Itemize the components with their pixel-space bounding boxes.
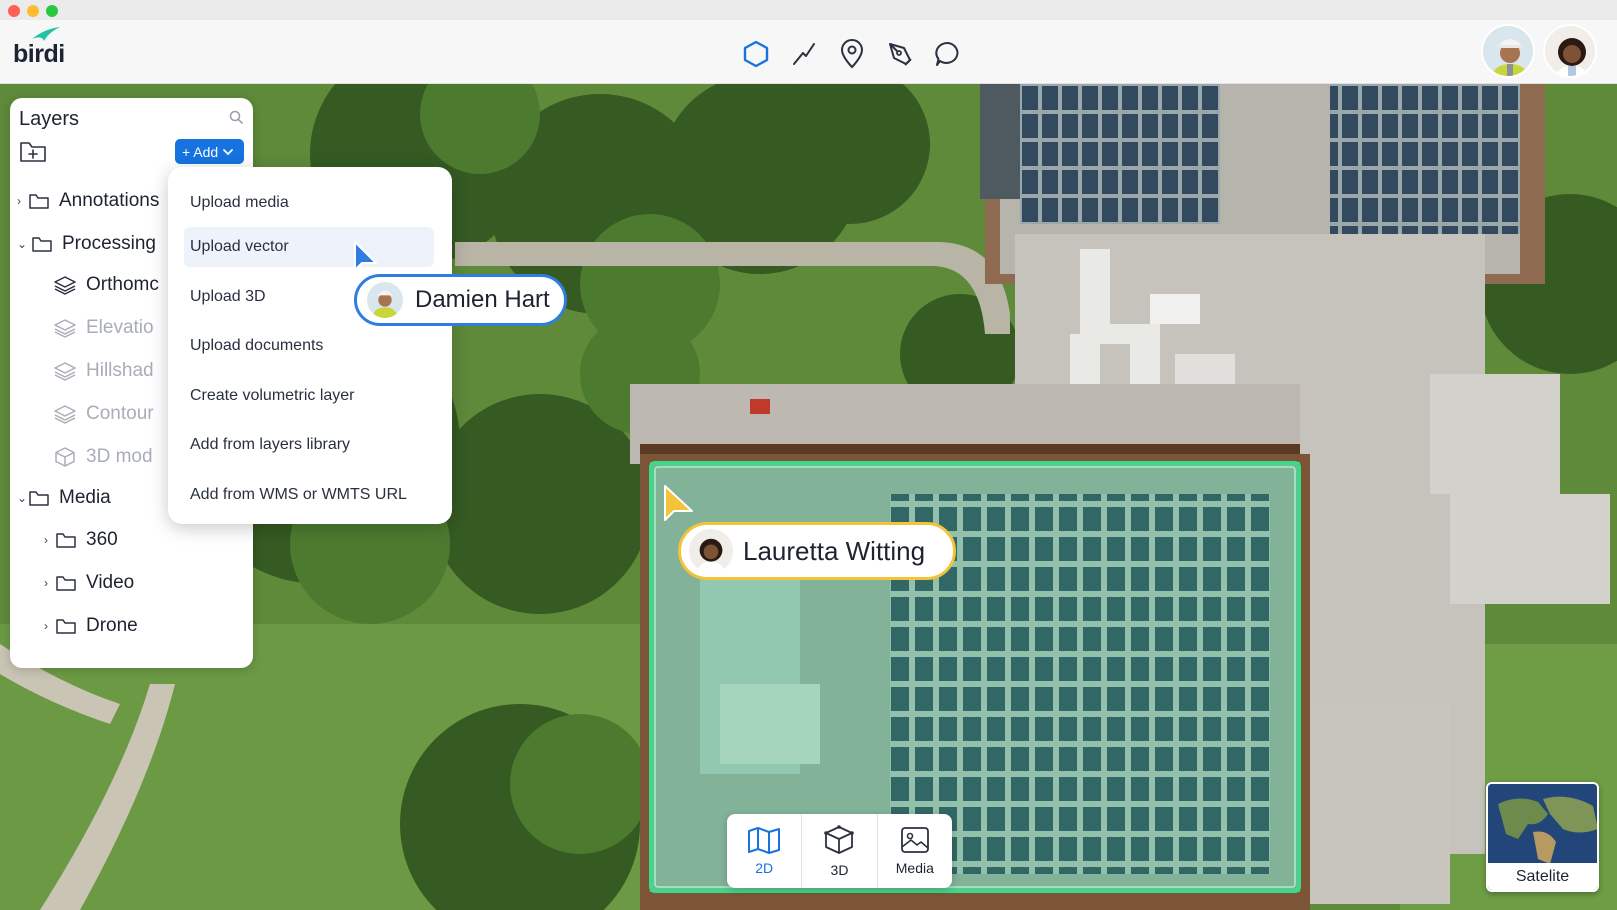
view-label: 2D — [755, 860, 774, 876]
app-logo[interactable]: birdi — [13, 40, 65, 69]
layer-folder-drone[interactable]: › Drone — [44, 615, 138, 637]
layer-folder-media[interactable]: ⌄ Media — [17, 487, 111, 509]
add-layer-label: + Add — [182, 143, 219, 160]
folder-icon — [56, 618, 76, 634]
layers-icon — [54, 276, 76, 295]
layer-label: Media — [59, 487, 111, 508]
layer-label: Elevatio — [86, 317, 154, 338]
close-window-button[interactable] — [8, 5, 20, 17]
layers-icon — [54, 362, 76, 381]
minimize-window-button[interactable] — [27, 5, 39, 17]
folder-icon — [32, 236, 52, 252]
layer-label: Orthomc — [86, 274, 159, 295]
window-titlebar — [0, 0, 1617, 20]
maximize-window-button[interactable] — [46, 5, 58, 17]
pen-icon — [889, 43, 912, 66]
layer-elevation[interactable]: Elevatio — [54, 317, 154, 339]
layer-label: Drone — [86, 615, 138, 636]
line-tool-button[interactable] — [788, 38, 820, 70]
comment-tool-button[interactable] — [932, 38, 964, 70]
basemap-label: Satelite — [1488, 863, 1597, 890]
map-pin-icon — [840, 39, 864, 69]
layers-icon — [54, 319, 76, 338]
avatar — [367, 282, 403, 318]
cube-3d-icon — [824, 825, 855, 854]
chevron-right-icon[interactable]: › — [44, 576, 56, 590]
layer-label: Processing — [62, 233, 156, 254]
chevron-right-icon[interactable]: › — [17, 194, 29, 208]
view-switcher: 2D 3D Media — [727, 814, 952, 888]
hexagon-icon — [743, 40, 769, 68]
chevron-right-icon[interactable]: › — [44, 619, 56, 633]
layer-folder-360[interactable]: › 360 — [44, 529, 118, 551]
drawing-toolbar — [740, 38, 964, 70]
avatar-lauretta-witting[interactable] — [1543, 24, 1597, 78]
collaborator-tag-damien-hart: Damien Hart — [354, 274, 567, 326]
view-3d-button[interactable]: 3D — [802, 814, 878, 888]
folder-plus-icon — [20, 142, 46, 162]
layer-hillshade[interactable]: Hillshad — [54, 360, 154, 382]
menu-item-upload-media[interactable]: Upload media — [184, 183, 434, 223]
folder-icon — [56, 532, 76, 548]
map-icon — [748, 827, 781, 854]
avatar-damien-hart[interactable] — [1481, 24, 1535, 78]
layers-title: Layers — [19, 108, 80, 130]
menu-item-wms-wmts[interactable]: Add from WMS or WMTS URL — [184, 475, 434, 515]
pin-tool-button[interactable] — [836, 38, 868, 70]
image-icon — [900, 827, 929, 853]
layer-folder-video[interactable]: › Video — [44, 572, 134, 594]
chevron-right-icon[interactable]: › — [44, 533, 56, 547]
add-layer-button[interactable]: + Add — [175, 139, 244, 164]
layer-label: Annotations — [59, 190, 160, 211]
folder-icon — [56, 575, 76, 591]
avatar — [689, 529, 733, 573]
layers-icon — [54, 405, 76, 424]
cursor-lauretta-witting-icon — [664, 485, 693, 521]
new-folder-button[interactable] — [19, 140, 47, 169]
menu-item-layers-library[interactable]: Add from layers library — [184, 425, 434, 465]
view-media-button[interactable]: Media — [878, 814, 952, 888]
folder-icon — [29, 193, 49, 209]
draw-tool-button[interactable] — [884, 38, 916, 70]
view-label: 3D — [830, 862, 849, 878]
layer-folder-annotations[interactable]: › Annotations — [17, 190, 159, 212]
collaborator-name: Lauretta Witting — [743, 535, 926, 566]
view-2d-button[interactable]: 2D — [727, 814, 803, 888]
layer-folder-processing[interactable]: ⌄ Processing — [17, 233, 156, 255]
app-header: birdi — [0, 20, 1617, 84]
cursor-damien-hart-icon — [354, 241, 377, 271]
layer-label: Video — [86, 572, 135, 593]
menu-item-create-volumetric[interactable]: Create volumetric layer — [184, 376, 434, 416]
layer-label: 3D mod — [86, 446, 153, 467]
menu-item-upload-documents[interactable]: Upload documents — [184, 326, 434, 366]
polygon-tool-button[interactable] — [740, 38, 772, 70]
layer-label: 360 — [86, 529, 118, 550]
layer-contour[interactable]: Contour — [54, 403, 154, 425]
collaborator-tag-lauretta-witting: Lauretta Witting — [678, 522, 957, 580]
layer-label: Hillshad — [86, 360, 154, 381]
layers-search-button[interactable] — [229, 110, 243, 129]
line-icon — [793, 43, 815, 65]
view-label: Media — [895, 860, 934, 876]
folder-icon — [29, 490, 49, 506]
layer-orthomosaic[interactable]: Orthomc — [54, 274, 159, 296]
add-layer-menu: Upload media Upload vector Upload 3D Upl… — [168, 167, 452, 524]
collaborator-avatars — [1481, 24, 1597, 78]
layer-label: Contour — [86, 403, 154, 424]
collaborator-name: Damien Hart — [415, 286, 550, 313]
search-icon — [229, 110, 243, 124]
speech-bubble-icon — [935, 41, 959, 66]
chevron-down-icon[interactable]: ⌄ — [17, 491, 29, 505]
chevron-down-icon — [223, 148, 234, 155]
layer-3d-model[interactable]: 3D mod — [54, 446, 153, 468]
basemap-toggle[interactable]: Satelite — [1486, 782, 1599, 892]
cube-icon — [55, 447, 75, 467]
chevron-down-icon[interactable]: ⌄ — [17, 237, 29, 251]
menu-item-upload-vector[interactable]: Upload vector — [184, 227, 434, 267]
